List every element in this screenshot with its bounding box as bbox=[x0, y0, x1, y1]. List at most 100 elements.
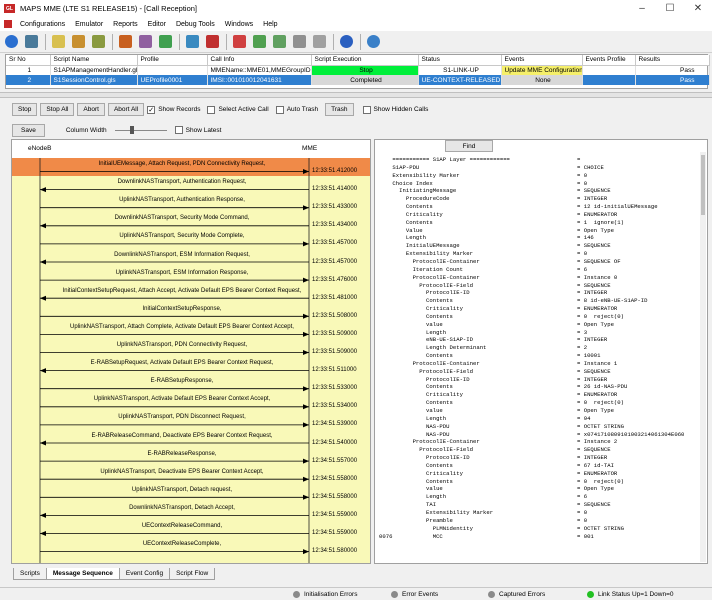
menu-debug-tools[interactable]: Debug Tools bbox=[171, 21, 220, 28]
scrollbar[interactable] bbox=[700, 152, 706, 562]
menu-reports[interactable]: Reports bbox=[108, 21, 143, 28]
column-header[interactable]: Script Execution bbox=[311, 55, 419, 66]
stop-button[interactable]: Stop bbox=[12, 103, 38, 116]
table-row[interactable]: 2 S1SessionControl.gls UEProfile0001 IMS… bbox=[6, 75, 710, 85]
configure-icon[interactable] bbox=[2, 33, 20, 51]
trash-button[interactable]: Trash bbox=[325, 103, 354, 116]
reset-icon[interactable] bbox=[270, 33, 288, 51]
minimize-button[interactable]: – bbox=[628, 0, 656, 17]
message-label[interactable]: UplinkNASTransport, PDN Disconnect Reque… bbox=[52, 414, 312, 420]
link-icon[interactable] bbox=[69, 33, 87, 51]
message-label[interactable]: E-RABSetupRequest, Activate Default EPS … bbox=[52, 360, 312, 366]
decode-value: = 10001 bbox=[577, 352, 601, 360]
message-label[interactable]: InitialContextSetupResponse, bbox=[52, 306, 312, 312]
status-captured-errors[interactable]: Captured Errors bbox=[488, 591, 545, 598]
edit-icon[interactable] bbox=[49, 33, 67, 51]
tab-event-config[interactable]: Event Config bbox=[118, 568, 171, 580]
menu-windows[interactable]: Windows bbox=[220, 21, 258, 28]
tab-script-flow[interactable]: Script Flow bbox=[169, 568, 216, 580]
column-header[interactable]: Call Info bbox=[207, 55, 312, 66]
menu-editor[interactable]: Editor bbox=[143, 21, 171, 28]
message-label[interactable]: UplinkNASTransport, ESM Information Resp… bbox=[52, 270, 312, 276]
message-label[interactable]: E-RABReleaseResponse, bbox=[52, 451, 312, 457]
decode-text[interactable]: =========== S1AP Layer ============ = S1A… bbox=[379, 156, 701, 562]
decode-field: Value bbox=[379, 226, 423, 234]
arrowhead-icon bbox=[303, 422, 309, 428]
check-icon[interactable] bbox=[156, 33, 174, 51]
trace-icon[interactable] bbox=[290, 33, 308, 51]
table-row[interactable]: 1 S1APManagementHandler.gls MMEName::MME… bbox=[6, 65, 710, 75]
message-label[interactable]: UEContextReleaseCommand, bbox=[52, 523, 312, 529]
column-header[interactable]: Events Profile bbox=[582, 55, 636, 66]
start-icon[interactable] bbox=[230, 33, 248, 51]
message-label[interactable]: InitialUEMessage, Attach Request, PDN Co… bbox=[52, 161, 312, 167]
message-label[interactable]: UplinkNASTransport, Authentication Respo… bbox=[52, 197, 312, 203]
column-header[interactable]: Script Name bbox=[50, 55, 138, 66]
column-header[interactable]: Profile bbox=[137, 55, 208, 66]
message-label[interactable]: E-RABReleaseCommand, Deactivate EPS Bear… bbox=[52, 433, 312, 439]
message-label[interactable]: UEContextReleaseComplete, bbox=[52, 541, 312, 547]
maximize-button[interactable]: ☐ bbox=[656, 0, 684, 17]
find-button[interactable]: Find bbox=[445, 140, 493, 152]
capture-icon[interactable] bbox=[183, 33, 201, 51]
message-label[interactable]: UplinkNASTransport, Attach Complete, Act… bbox=[52, 324, 312, 330]
message-timestamp: 12:33:51.481000 bbox=[312, 294, 358, 301]
package-icon[interactable] bbox=[116, 33, 134, 51]
arrowhead-icon bbox=[40, 259, 46, 265]
message-label[interactable]: DownlinkNASTransport, Detach Accept, bbox=[52, 505, 312, 511]
message-label[interactable]: InitialContextSetupRequest, Attach Accep… bbox=[52, 288, 312, 294]
enodeb-label: eNodeB bbox=[28, 145, 52, 152]
menu-emulator[interactable]: Emulator bbox=[70, 21, 108, 28]
message-label[interactable]: DownlinkNASTransport, Security Mode Comm… bbox=[52, 215, 312, 221]
menu-configurations[interactable]: Configurations bbox=[15, 21, 70, 28]
decode-line: eNB-UE-S1AP-ID = INTEGER bbox=[379, 336, 701, 344]
help-icon[interactable] bbox=[337, 33, 355, 51]
status-error-events[interactable]: Error Events bbox=[391, 591, 438, 598]
message-label[interactable]: UplinkNASTransport, Detach request, bbox=[52, 487, 312, 493]
show-hidden-calls-checkbox[interactable]: Show Hidden Calls bbox=[362, 105, 428, 114]
tools-icon[interactable] bbox=[89, 33, 107, 51]
stop-all-button[interactable]: Stop All bbox=[40, 103, 75, 116]
column-header[interactable]: Results bbox=[635, 55, 710, 66]
menu-help[interactable]: Help bbox=[258, 21, 282, 28]
message-label[interactable]: UplinkNASTransport, Activate Default EPS… bbox=[52, 396, 312, 402]
close-button[interactable]: ✕ bbox=[684, 0, 712, 17]
execution-cell[interactable]: Stop bbox=[311, 65, 419, 75]
tab-scripts[interactable]: Scripts bbox=[13, 568, 47, 580]
events-cell[interactable]: None bbox=[501, 75, 583, 85]
abort-all-button[interactable]: Abort All bbox=[107, 103, 145, 116]
save-icon[interactable] bbox=[136, 33, 154, 51]
auto-trash-checkbox[interactable]: Auto Trash bbox=[275, 105, 318, 114]
tools-icon[interactable] bbox=[310, 33, 328, 51]
decode-field: Criticality bbox=[379, 305, 463, 313]
events-profile-cell bbox=[582, 75, 636, 85]
record-icon[interactable] bbox=[203, 33, 221, 51]
status-initialisation-errors[interactable]: Initialisation Errors bbox=[293, 591, 357, 598]
message-label[interactable]: DownlinkNASTransport, Authentication Req… bbox=[52, 179, 312, 185]
column-width-slider[interactable] bbox=[114, 125, 167, 135]
show-latest-checkbox[interactable]: Show Latest bbox=[174, 126, 221, 134]
execution-cell[interactable]: Completed bbox=[311, 75, 419, 85]
save-button[interactable]: Save bbox=[12, 123, 45, 137]
refresh-icon[interactable] bbox=[364, 33, 382, 51]
column-header[interactable]: Events bbox=[501, 55, 583, 66]
status-link[interactable]: Link Status Up=1 Down=0 bbox=[587, 591, 674, 598]
message-label[interactable]: UplinkNASTransport, Security Mode Comple… bbox=[52, 233, 312, 239]
message-label[interactable]: E-RABSetupResponse, bbox=[52, 378, 312, 384]
events-cell[interactable]: Update MME Configuration bbox=[501, 65, 583, 75]
message-label[interactable]: UplinkNASTransport, Deactivate EPS Beare… bbox=[52, 469, 312, 475]
message-label[interactable]: UplinkNASTransport, PDN Connectivity Req… bbox=[52, 342, 312, 348]
message-label[interactable]: DownlinkNASTransport, ESM Information Re… bbox=[52, 252, 312, 258]
column-header[interactable]: Status bbox=[418, 55, 502, 66]
splitter[interactable] bbox=[0, 92, 712, 98]
abort-button[interactable]: Abort bbox=[77, 103, 105, 116]
show-records-checkbox[interactable]: ✓ Show Records bbox=[147, 105, 200, 114]
column-header[interactable]: Sr No bbox=[6, 55, 51, 66]
decode-field: TAI bbox=[379, 501, 437, 509]
decode-value: = ENUMERATOR bbox=[577, 305, 618, 313]
pause-icon[interactable] bbox=[250, 33, 268, 51]
database-icon[interactable] bbox=[22, 33, 40, 51]
tab-message-sequence[interactable]: Message Sequence bbox=[45, 568, 120, 580]
decode-value: = OCTET STRING bbox=[577, 422, 624, 430]
select-active-call-checkbox[interactable]: Select Active Call bbox=[207, 105, 269, 114]
